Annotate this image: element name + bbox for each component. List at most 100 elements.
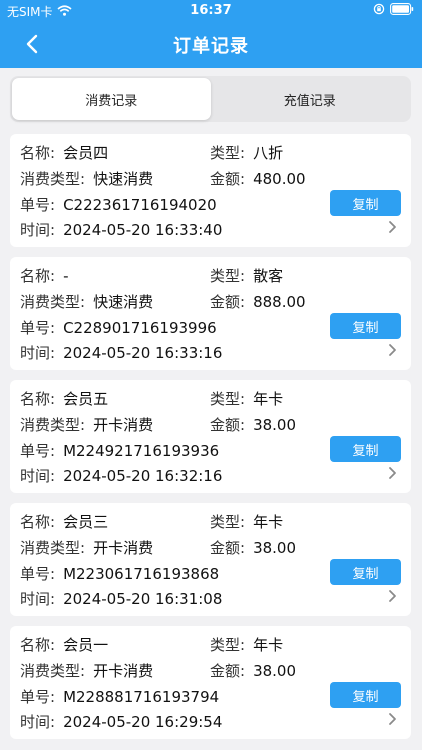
name-row: 名称: 会员三 [20, 511, 108, 532]
type-value: 年卡 [253, 390, 284, 408]
order-no-value: M224921716193936 [63, 441, 220, 460]
time-row: 时间: 2024-05-20 16:29:54 [20, 711, 222, 732]
consume-type-row: 消费类型: 快速消费 [20, 168, 153, 189]
amount-label: 金额: [210, 662, 246, 680]
copy-button[interactable]: 复制 [330, 559, 401, 585]
consume-type-label: 消费类型: [20, 416, 86, 434]
type-value: 八折 [253, 144, 284, 162]
name-label: 名称: [20, 267, 56, 285]
order-no-label: 单号: [20, 565, 56, 583]
name-row: 名称: - [20, 265, 68, 286]
order-no-value: M223061716193868 [63, 564, 220, 583]
order-no-value: M228881716193794 [63, 687, 220, 706]
amount-value: 888.00 [253, 292, 306, 311]
status-bar: 无SIM卡 16:37 [0, 0, 422, 22]
orientation-lock-icon [373, 3, 385, 18]
name-label: 名称: [20, 636, 56, 654]
copy-button[interactable]: 复制 [330, 436, 401, 462]
order-no-label: 单号: [20, 319, 56, 337]
amount-row: 金额: 38.00 [210, 537, 296, 558]
order-no-value: C228901716193996 [63, 318, 217, 337]
chevron-right-icon [389, 713, 396, 725]
order-no-row: 单号: M224921716193936 [20, 440, 219, 461]
type-row: 类型: 年卡 [210, 388, 283, 409]
time-row: 时间: 2024-05-20 16:32:16 [20, 465, 222, 486]
time-value: 2024-05-20 16:31:08 [63, 589, 223, 608]
type-row: 类型: 八折 [210, 142, 283, 163]
status-time: 16:37 [190, 3, 232, 18]
time-label: 时间: [20, 344, 56, 362]
time-value: 2024-05-20 16:29:54 [63, 712, 223, 731]
amount-value: 480.00 [253, 169, 306, 188]
order-card[interactable]: 名称: 会员一 类型: 年卡 消费类型: 开卡消费 金额: 38.00 单号: … [10, 626, 411, 739]
chevron-right-icon [389, 467, 396, 479]
order-card[interactable]: 名称: 会员五 类型: 年卡 消费类型: 开卡消费 金额: 38.00 单号: … [10, 380, 411, 493]
type-row: 类型: 年卡 [210, 634, 283, 655]
amount-value: 38.00 [253, 661, 297, 680]
consume-type-row: 消费类型: 开卡消费 [20, 660, 153, 681]
order-card[interactable]: 名称: 会员三 类型: 年卡 消费类型: 开卡消费 金额: 38.00 单号: … [10, 503, 411, 616]
type-row: 类型: 散客 [210, 265, 283, 286]
name-value: 会员三 [63, 513, 109, 531]
consume-type-value: 开卡消费 [93, 539, 154, 557]
name-value: - [63, 266, 69, 285]
time-label: 时间: [20, 590, 56, 608]
tab-recharge-records[interactable]: 充值记录 [211, 78, 410, 120]
page-title: 订单记录 [173, 36, 249, 57]
order-no-value: C222361716194020 [63, 195, 217, 214]
copy-button[interactable]: 复制 [330, 682, 401, 708]
record-tabs: 消费记录 充值记录 [10, 76, 411, 122]
amount-value: 38.00 [253, 415, 297, 434]
amount-label: 金额: [210, 416, 246, 434]
consume-type-value: 快速消费 [93, 170, 154, 188]
chevron-right-icon [389, 590, 396, 602]
amount-row: 金额: 38.00 [210, 660, 296, 681]
battery-icon [390, 3, 414, 18]
consume-type-label: 消费类型: [20, 539, 86, 557]
consume-type-value: 开卡消费 [93, 416, 154, 434]
order-no-row: 单号: M228881716193794 [20, 686, 219, 707]
order-no-label: 单号: [20, 688, 56, 706]
time-row: 时间: 2024-05-20 16:33:40 [20, 219, 222, 240]
time-label: 时间: [20, 467, 56, 485]
time-label: 时间: [20, 713, 56, 731]
copy-button[interactable]: 复制 [330, 190, 401, 216]
type-value: 年卡 [253, 636, 284, 654]
type-label: 类型: [210, 513, 246, 531]
name-value: 会员四 [63, 144, 109, 162]
tab-consumption-records[interactable]: 消费记录 [12, 78, 211, 120]
order-card[interactable]: 名称: - 类型: 散客 消费类型: 快速消费 金额: 888.00 单号: C… [10, 257, 411, 370]
time-value: 2024-05-20 16:32:16 [63, 466, 223, 485]
nav-bar: 订单记录 [0, 22, 422, 68]
consume-type-label: 消费类型: [20, 293, 86, 311]
name-value: 会员五 [63, 390, 109, 408]
amount-label: 金额: [210, 170, 246, 188]
type-label: 类型: [210, 636, 246, 654]
time-value: 2024-05-20 16:33:40 [63, 220, 223, 239]
type-label: 类型: [210, 390, 246, 408]
order-no-row: 单号: C228901716193996 [20, 317, 217, 338]
name-row: 名称: 会员四 [20, 142, 108, 163]
amount-row: 金额: 480.00 [210, 168, 306, 189]
order-no-label: 单号: [20, 442, 56, 460]
amount-value: 38.00 [253, 538, 297, 557]
chevron-right-icon [389, 344, 396, 356]
consume-type-row: 消费类型: 开卡消费 [20, 537, 153, 558]
type-value: 年卡 [253, 513, 284, 531]
name-label: 名称: [20, 144, 56, 162]
consume-type-value: 快速消费 [93, 293, 154, 311]
order-card[interactable]: 名称: 会员四 类型: 八折 消费类型: 快速消费 金额: 480.00 单号:… [10, 134, 411, 247]
name-value: 会员一 [63, 636, 109, 654]
order-no-label: 单号: [20, 196, 56, 214]
type-row: 类型: 年卡 [210, 511, 283, 532]
consume-type-row: 消费类型: 开卡消费 [20, 414, 153, 435]
consume-type-row: 消费类型: 快速消费 [20, 291, 153, 312]
type-value: 散客 [253, 267, 284, 285]
copy-button[interactable]: 复制 [330, 313, 401, 339]
header: 无SIM卡 16:37 订单记录 [0, 0, 422, 68]
order-no-row: 单号: M223061716193868 [20, 563, 219, 584]
amount-row: 金额: 888.00 [210, 291, 306, 312]
chevron-right-icon [389, 221, 396, 233]
time-label: 时间: [20, 221, 56, 239]
time-value: 2024-05-20 16:33:16 [63, 343, 223, 362]
